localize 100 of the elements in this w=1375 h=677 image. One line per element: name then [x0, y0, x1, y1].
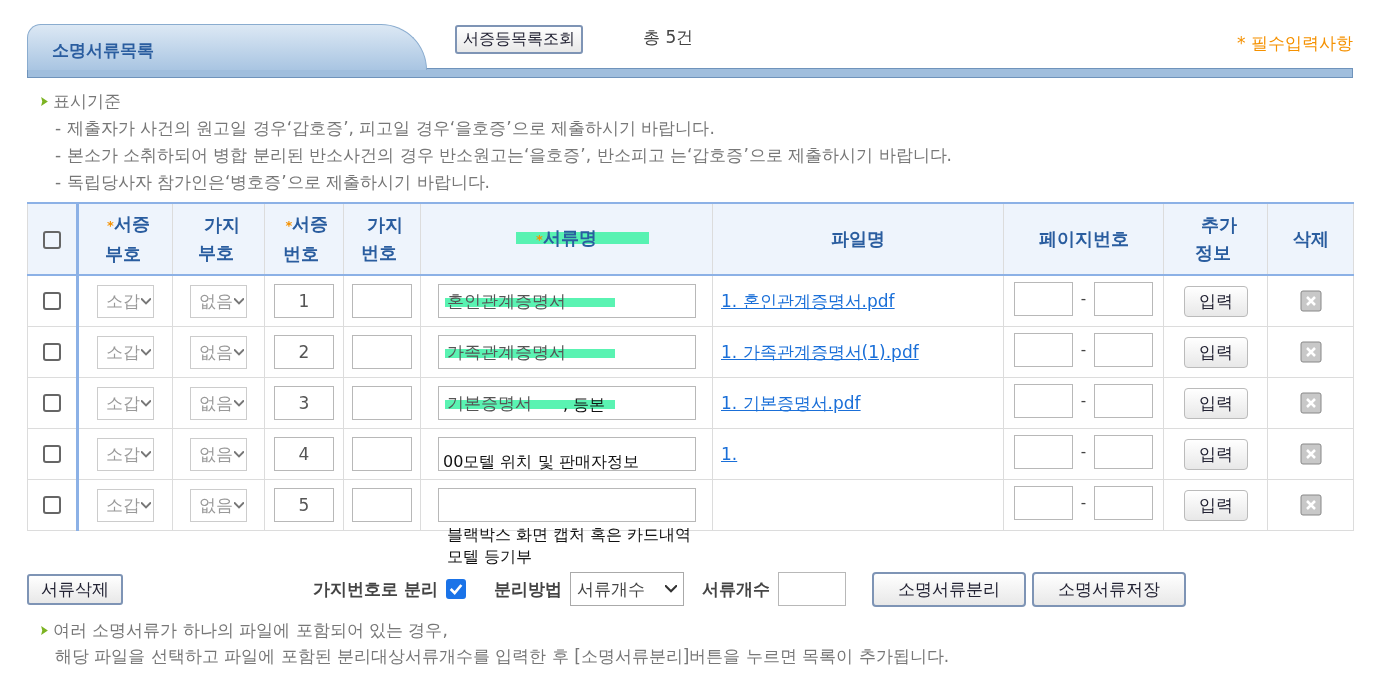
- chevron-icon: [41, 625, 48, 635]
- required-note: * 필수입력사항: [1237, 32, 1353, 55]
- dash: -: [1080, 290, 1087, 308]
- column-header: 페이지번호: [1037, 228, 1130, 249]
- caret-icon: [141, 450, 151, 458]
- code-select[interactable]: 소갑: [97, 437, 154, 471]
- branch-number-field[interactable]: [352, 386, 412, 420]
- note-line: 해당 파일을 선택하고 파일에 포함된 분리대상서류개수를 입력한 후 [소명서류분리]버튼을 누르면 목록이 추가됩니다.: [54, 645, 951, 668]
- note-line: 여러 소명서류가 하나의 파일에 포함되어 있는 경우,: [53, 619, 448, 642]
- column-header: 삭제: [1291, 228, 1330, 249]
- branch-number-field[interactable]: [352, 335, 412, 369]
- caret-icon: [141, 297, 151, 305]
- split-label: 가지번호로 분리: [313, 577, 438, 601]
- page-from-field[interactable]: [1013, 486, 1073, 520]
- branch-select[interactable]: 없음: [190, 284, 247, 318]
- number-field[interactable]: 3: [274, 386, 334, 420]
- dash: -: [1080, 443, 1087, 461]
- file-link[interactable]: 1.: [721, 444, 738, 464]
- total-count: 총 5건: [643, 26, 694, 49]
- branch-select[interactable]: 없음: [190, 386, 247, 420]
- column-header: *서증 부호: [103, 213, 150, 264]
- code-select[interactable]: 소갑: [97, 386, 154, 420]
- column-header: *서증 번호: [282, 213, 329, 264]
- branch-number-field[interactable]: [352, 437, 412, 471]
- branch-number-field[interactable]: [352, 284, 412, 318]
- count-label: 서류개수: [701, 577, 770, 601]
- info-button[interactable]: 입력: [1183, 489, 1248, 521]
- dash: -: [1080, 341, 1087, 359]
- delete-icon[interactable]: [1299, 341, 1322, 363]
- page-from-field[interactable]: [1013, 435, 1073, 469]
- info-button[interactable]: 입력: [1183, 387, 1248, 419]
- annotation-text: 모텔 등기부: [447, 546, 534, 568]
- page-to-field[interactable]: [1094, 333, 1154, 367]
- branch-select[interactable]: 없음: [190, 437, 247, 471]
- split-checkbox[interactable]: [445, 579, 466, 599]
- page-to-field[interactable]: [1094, 486, 1154, 520]
- select-all-checkbox[interactable]: [43, 231, 61, 249]
- code-select[interactable]: 소갑: [97, 335, 154, 369]
- file-link[interactable]: 1. 기본증명서.pdf: [721, 392, 861, 413]
- code-select[interactable]: 소갑: [97, 488, 154, 522]
- number-field[interactable]: 1: [274, 284, 334, 318]
- column-header: *서류명: [535, 227, 598, 248]
- dash: -: [1080, 392, 1087, 410]
- number-field[interactable]: 4: [274, 437, 334, 471]
- row-checkbox[interactable]: [43, 496, 61, 515]
- branch-select[interactable]: 없음: [190, 488, 247, 522]
- delete-icon[interactable]: [1299, 494, 1322, 516]
- column-header: 가지 부호: [197, 214, 240, 263]
- caret-icon: [141, 348, 151, 356]
- info-button[interactable]: 입력: [1183, 336, 1248, 368]
- save-button[interactable]: 소명서류저장: [1031, 571, 1186, 607]
- count-field[interactable]: [777, 572, 846, 606]
- caret-icon: [234, 348, 244, 356]
- check-icon: [447, 581, 464, 597]
- branch-select[interactable]: 없음: [190, 335, 247, 369]
- row-checkbox[interactable]: [43, 445, 61, 464]
- page-from-field[interactable]: [1013, 333, 1073, 367]
- criteria-line: - 독립당사자 참가인은‘병호증’으로 제출하시기 바랍니다.: [54, 171, 491, 194]
- info-button[interactable]: 입력: [1183, 285, 1248, 317]
- list-button[interactable]: 서증등목록조회: [455, 25, 583, 54]
- column-header: 추가 정보: [1194, 214, 1237, 263]
- criteria-title: 표시기준: [53, 90, 121, 113]
- row-checkbox[interactable]: [43, 394, 61, 413]
- method-label: 분리방법: [493, 577, 562, 601]
- dash: -: [1080, 494, 1087, 512]
- criteria-line: - 본소가 소취하되어 병합 분리된 반소사건의 경우 반소원고는‘을호증’, 반소피고 는‘갑호증’으로 제출하시기 바랍니다.: [54, 144, 953, 167]
- delete-documents-button[interactable]: 서류삭제: [27, 573, 123, 605]
- page-to-field[interactable]: [1094, 384, 1154, 418]
- chevron-icon: [41, 97, 48, 106]
- criteria-line: - 제출자가 사건의 원고일 경우‘갑호증’, 피고일 경우‘을호증’으로 제출하시기 바랍니다.: [54, 117, 716, 140]
- split-button[interactable]: 소명서류분리: [871, 571, 1026, 607]
- number-field[interactable]: 5: [274, 488, 334, 522]
- document-name-field[interactable]: [437, 488, 696, 522]
- caret-icon: [234, 450, 244, 458]
- page-to-field[interactable]: [1094, 282, 1154, 316]
- caret-icon: [234, 399, 244, 407]
- annotation-text: 00모텔 위치 및 판매자정보: [443, 451, 639, 473]
- code-select[interactable]: 소갑: [97, 284, 154, 318]
- delete-icon[interactable]: [1299, 392, 1322, 414]
- caret-icon: [141, 501, 151, 509]
- annotation-text: , 등본: [563, 394, 606, 416]
- page-from-field[interactable]: [1013, 384, 1073, 418]
- delete-icon[interactable]: [1299, 290, 1322, 312]
- row-checkbox[interactable]: [43, 292, 61, 311]
- page-from-field[interactable]: [1013, 282, 1073, 316]
- delete-icon[interactable]: [1299, 443, 1322, 465]
- document-name-field[interactable]: [437, 437, 696, 471]
- caret-icon: [664, 585, 677, 593]
- page-to-field[interactable]: [1094, 435, 1154, 469]
- info-button[interactable]: 입력: [1183, 438, 1248, 470]
- method-select[interactable]: 서류개수: [569, 572, 684, 606]
- annotation-text: 블랙박스 화면 캡처 혹은 카드내역: [447, 524, 692, 546]
- branch-number-field[interactable]: [352, 488, 412, 522]
- row-checkbox[interactable]: [43, 343, 61, 362]
- section-title: 소명서류목록: [52, 39, 154, 62]
- caret-icon: [234, 297, 244, 305]
- caret-icon: [141, 399, 151, 407]
- column-header: 파일명: [830, 228, 886, 249]
- column-header: 가지 번호: [361, 214, 403, 263]
- number-field[interactable]: 2: [274, 335, 334, 369]
